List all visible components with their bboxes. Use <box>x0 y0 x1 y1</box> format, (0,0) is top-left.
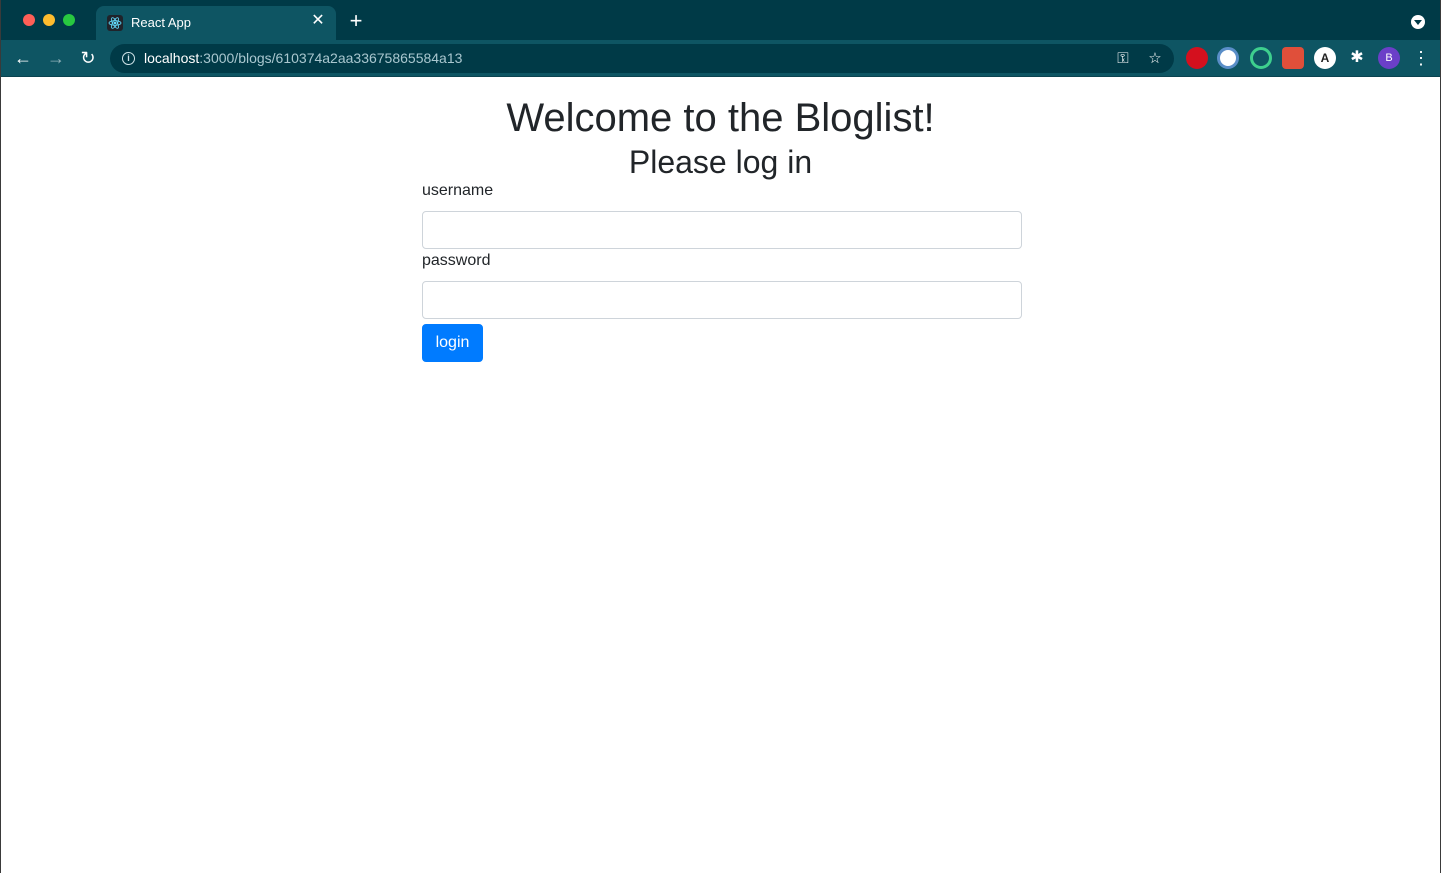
username-label: username <box>422 182 494 199</box>
browser-window: React App ✕ + ← → ↻ i localhost:3000/blo… <box>0 0 1441 873</box>
menu-icon[interactable]: ⋮ <box>1412 47 1430 69</box>
password-field[interactable] <box>422 281 1022 319</box>
page-subtitle: Please log in <box>628 144 813 180</box>
new-tab-icon[interactable]: + <box>346 10 366 32</box>
star-icon[interactable]: ☆ <box>1146 50 1164 68</box>
tab-search-icon[interactable] <box>1411 15 1425 29</box>
image-extension-icon[interactable] <box>1282 47 1304 69</box>
title-bar: React App ✕ + <box>1 0 1440 40</box>
info-icon[interactable]: i <box>122 52 135 65</box>
url-text[interactable]: localhost:3000/blogs/610374a2aa336758655… <box>144 50 462 66</box>
login-button[interactable]: login <box>422 324 483 362</box>
url-path: :3000/blogs/610374a2aa33675865584a13 <box>199 50 463 66</box>
address-bar[interactable]: i localhost:3000/blogs/610374a2aa3367586… <box>110 44 1174 73</box>
page-content: Welcome to the Bloglist! Please log in u… <box>1 78 1440 873</box>
tab-title: React App <box>131 15 191 30</box>
toolbar: ← → ↻ i localhost:3000/blogs/610374a2aa3… <box>1 40 1440 77</box>
back-icon[interactable]: ← <box>13 48 33 68</box>
compass-extension-icon[interactable] <box>1217 47 1239 69</box>
adblock-extension-icon[interactable] <box>1186 47 1208 69</box>
reload-icon[interactable]: ↻ <box>78 48 98 68</box>
url-host: localhost <box>144 50 200 66</box>
tab-react-app[interactable]: React App ✕ <box>96 6 336 40</box>
a-extension-icon[interactable]: A <box>1314 47 1336 69</box>
close-window-button[interactable] <box>23 14 35 26</box>
minimize-window-button[interactable] <box>43 14 55 26</box>
react-icon <box>107 15 123 31</box>
puzzle-icon[interactable]: ✱ <box>1346 47 1368 69</box>
password-label: password <box>422 252 491 269</box>
username-field[interactable] <box>422 211 1022 249</box>
avatar[interactable]: B <box>1378 47 1400 69</box>
maximize-window-button[interactable] <box>63 14 75 26</box>
key-icon[interactable]: ⚿ <box>1114 50 1132 68</box>
close-tab-icon[interactable]: ✕ <box>309 12 327 30</box>
page-title: Welcome to the Bloglist! <box>506 96 935 140</box>
forward-icon[interactable]: → <box>46 48 66 68</box>
target-extension-icon[interactable] <box>1250 47 1272 69</box>
